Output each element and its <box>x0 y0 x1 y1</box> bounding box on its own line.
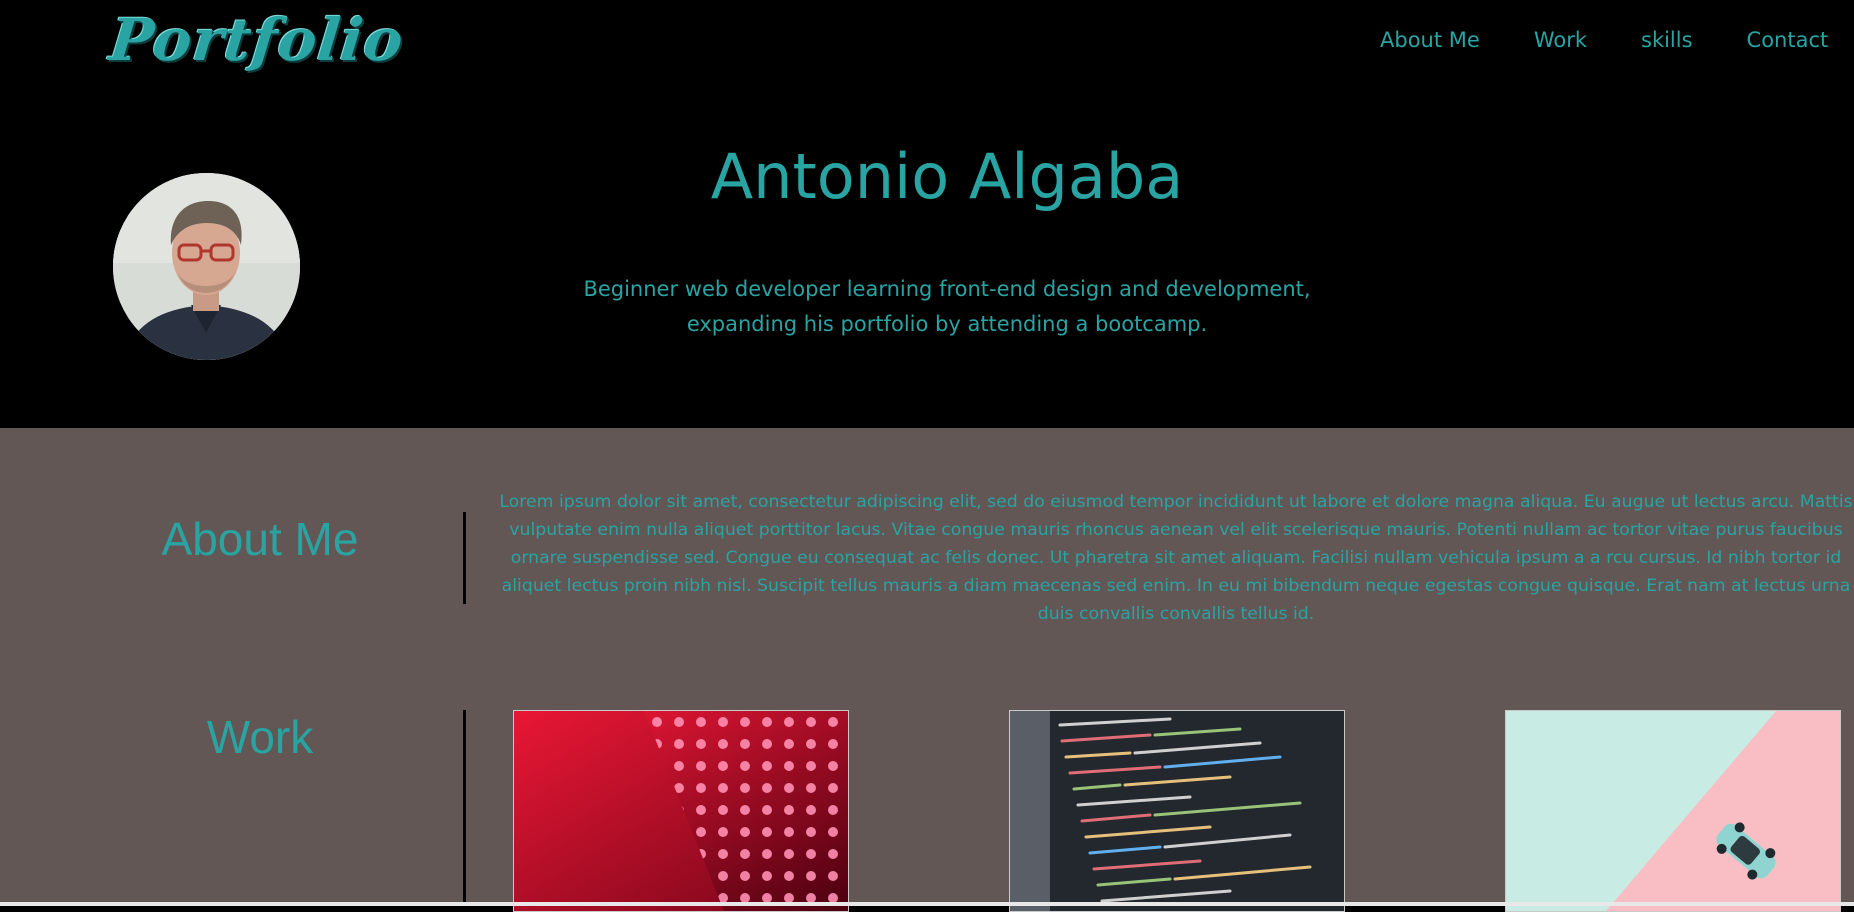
main-nav: About Me Work skills Contact <box>1380 28 1828 52</box>
about-me-heading: About Me <box>161 513 359 565</box>
portfolio-logo[interactable]: Portfolio <box>106 6 407 74</box>
about-me-text: Lorem ipsum dolor sit amet, consectetur … <box>499 492 1853 624</box>
nav-link-skills[interactable]: skills <box>1641 28 1693 52</box>
site-header: Portfolio About Me Work skills Contact A… <box>0 0 1854 428</box>
work-divider <box>463 710 466 910</box>
main-content: About Me Lorem ipsum dolor sit amet, con… <box>0 428 1854 912</box>
work-project-card-1[interactable] <box>513 710 849 912</box>
work-project-card-3[interactable] <box>1505 710 1841 912</box>
nav-link-about-me[interactable]: About Me <box>1380 28 1480 52</box>
page-bottom-edge <box>0 902 1854 906</box>
work-project-card-2[interactable] <box>1009 710 1345 912</box>
nav-link-work[interactable]: Work <box>1534 28 1587 52</box>
code-screen-image <box>1010 711 1344 911</box>
about-divider <box>463 512 466 604</box>
hero-name: Antonio Algaba <box>710 140 1184 213</box>
red-led-wall-image <box>514 711 848 911</box>
hero-subtitle-line-1: Beginner web developer learning front-en… <box>583 277 1311 301</box>
nav-link-contact[interactable]: Contact <box>1747 28 1829 52</box>
work-heading: Work <box>206 711 314 763</box>
hero-subtitle-line-2: expanding his portfolio by attending a b… <box>686 312 1208 336</box>
toy-car-image <box>1506 711 1840 911</box>
hero-subtitle: Beginner web developer learning front-en… <box>447 272 1447 342</box>
